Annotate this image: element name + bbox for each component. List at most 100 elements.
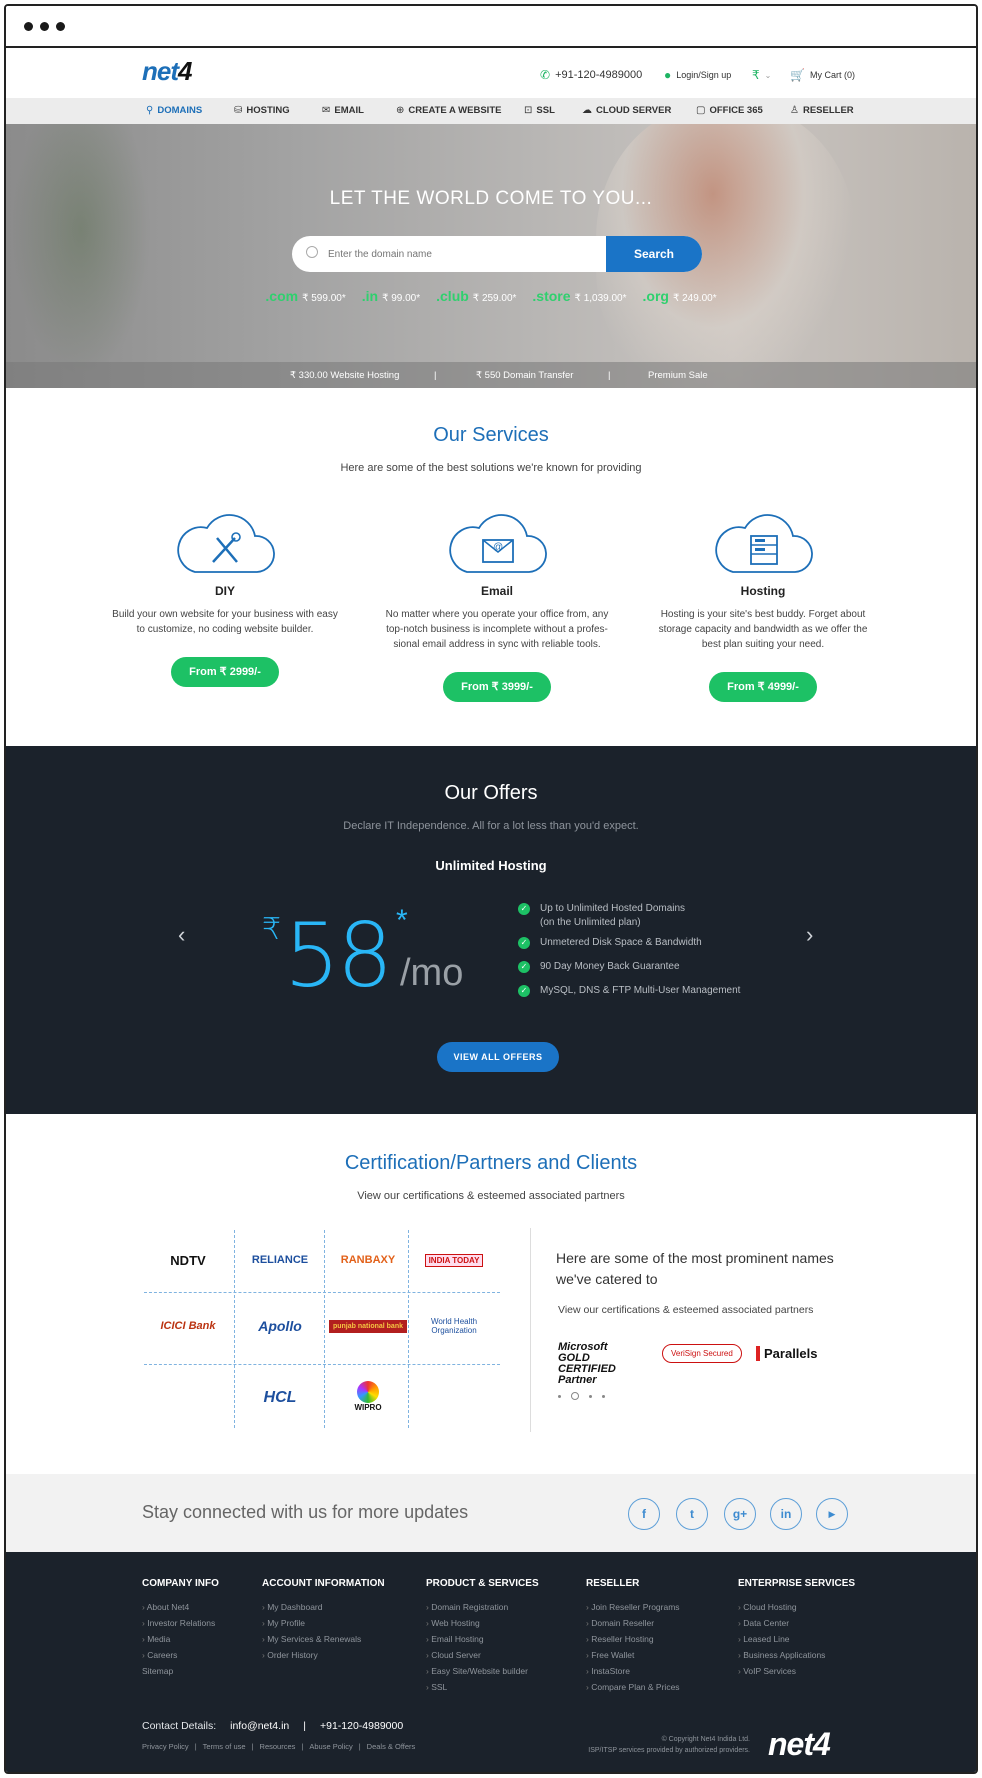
promo-domain-transfer[interactable]: ₹ 550 Domain Transfer: [476, 370, 573, 381]
offers-title: Our Offers: [444, 782, 538, 804]
net4-logo[interactable]: net4: [142, 56, 193, 87]
footer-separator: |: [358, 1742, 361, 1751]
wipro-flower-icon: [357, 1380, 379, 1403]
tld-item[interactable]: .club ₹ 259.00*: [436, 288, 516, 304]
google-plus-icon[interactable]: g+: [724, 1498, 756, 1530]
pager-dot[interactable]: [602, 1394, 605, 1398]
window-dot-icon[interactable]: [24, 22, 33, 31]
offer-next-arrow-icon[interactable]: ›: [806, 922, 813, 948]
nav-domains[interactable]: ⚲ DOMAINS: [146, 105, 202, 116]
footer-link[interactable]: InstaStore: [586, 1663, 680, 1679]
footer-link[interactable]: Data Center: [738, 1615, 855, 1631]
nav-email[interactable]: ✉ EMAIL: [322, 105, 364, 116]
nav-reseller[interactable]: ♙ RESELLER: [790, 105, 854, 116]
offer-asterisk: *: [396, 904, 408, 937]
promo-premium-sale[interactable]: Premium Sale: [648, 370, 708, 381]
domain-search-input[interactable]: [328, 236, 588, 272]
browser-titlebar: [6, 6, 976, 48]
login-link[interactable]: ● Login/Sign up: [664, 68, 731, 82]
footer-link[interactable]: Easy Site/Website builder: [426, 1663, 539, 1679]
tld-item[interactable]: .org ₹ 249.00*: [643, 288, 717, 304]
pager-dot[interactable]: [558, 1394, 561, 1398]
twitter-icon[interactable]: t: [676, 1498, 708, 1530]
contact-email[interactable]: info@net4.in: [230, 1720, 289, 1732]
tld-prices: .com ₹ 599.00* .in ₹ 99.00* .club ₹ 259.00*…: [6, 288, 976, 304]
hero-banner: LET THE WORLD COME TO YOU... Search .com…: [6, 124, 976, 388]
hosting-price-button[interactable]: From ₹ 4999/-: [709, 672, 817, 702]
svg-text:@: @: [493, 542, 503, 553]
server-icon: [711, 510, 815, 576]
window-dot-icon[interactable]: [56, 22, 65, 31]
abuse-policy-link[interactable]: Abuse Policy: [309, 1742, 352, 1751]
partners-title: Certification/Partners and Clients: [344, 1152, 638, 1174]
service-card-email: @ Email No matter where you operate your…: [382, 510, 612, 702]
footer-link[interactable]: Domain Reseller: [586, 1615, 680, 1631]
view-all-offers-button[interactable]: VIEW ALL OFFERS: [437, 1042, 559, 1072]
footer-col-title: COMPANY INFO: [142, 1578, 219, 1589]
footer-link[interactable]: Compare Plan & Prices: [586, 1679, 679, 1695]
search-button[interactable]: Search: [606, 236, 702, 272]
footer-link[interactable]: Free Wallet: [586, 1647, 680, 1663]
contact-phone[interactable]: +91-120-4989000: [320, 1720, 403, 1732]
login-label: Login/Sign up: [676, 70, 732, 80]
deals-offers-link[interactable]: Deals & Offers: [367, 1742, 416, 1751]
privacy-policy-link[interactable]: Privacy Policy: [142, 1742, 189, 1751]
pager-dot-active[interactable]: [571, 1392, 579, 1400]
footer-link[interactable]: Email Hosting: [426, 1631, 539, 1647]
offer-prev-arrow-icon[interactable]: ‹: [178, 922, 185, 948]
currency-selector[interactable]: ₹ ⌄: [752, 68, 771, 82]
tld-item[interactable]: .in ₹ 99.00*: [362, 288, 420, 304]
nav-hosting[interactable]: ⛁ HOSTING: [234, 105, 290, 116]
domain-search: Search: [292, 236, 702, 272]
footer-net4-logo[interactable]: net4: [768, 1726, 831, 1763]
footer-link[interactable]: Sitemap: [142, 1663, 219, 1679]
diy-price-button[interactable]: From ₹ 2999/-: [171, 657, 279, 687]
cart-link[interactable]: 🛒 My Cart (0): [790, 68, 855, 82]
footer-link[interactable]: Leased Line: [738, 1631, 855, 1647]
email-price-button[interactable]: From ₹ 3999/-: [443, 672, 551, 702]
cart-icon: 🛒: [790, 68, 805, 82]
footer-link[interactable]: Cloud Server: [426, 1647, 539, 1663]
resources-link[interactable]: Resources: [260, 1742, 296, 1751]
database-icon: ⛁: [234, 105, 243, 116]
footer-link[interactable]: My Services & Renewals: [262, 1631, 385, 1647]
nav-office-365[interactable]: ▢ OFFICE 365: [696, 105, 763, 116]
nav-label: RESELLER: [802, 105, 854, 116]
pnb-text: punjab national bank: [328, 1319, 407, 1333]
cloud-icon: ☁: [582, 105, 592, 116]
footer-link[interactable]: Join Reseller Programs: [586, 1599, 679, 1615]
footer-link[interactable]: Business Applications: [738, 1647, 855, 1663]
footer-link[interactable]: Reseller Hosting: [586, 1631, 680, 1647]
footer-link[interactable]: Careers: [142, 1647, 219, 1663]
ndtv-logo: NDTV: [170, 1252, 206, 1268]
footer-link[interactable]: VoIP Services: [738, 1663, 855, 1679]
nav-label: HOSTING: [246, 105, 290, 116]
nav-cloud-server[interactable]: ☁ CLOUD SERVER: [582, 105, 671, 116]
tld-item[interactable]: .store ₹ 1,039.00*: [532, 288, 626, 304]
window-dot-icon[interactable]: [40, 22, 49, 31]
footer-col-company: COMPANY INFO About Net4 Investor Relatio…: [142, 1578, 219, 1679]
footer-link[interactable]: Investor Relations: [142, 1615, 219, 1631]
linkedin-icon[interactable]: in: [770, 1498, 802, 1530]
tld-item[interactable]: .com ₹ 599.00*: [265, 288, 345, 304]
client-logo-grid: NDTV RELIANCE RANBAXY INDIA TODAY ICICI …: [144, 1230, 500, 1428]
pager-dot[interactable]: [589, 1394, 592, 1398]
feature-text: MySQL, DNS & FTP Multi-User Management: [540, 985, 741, 996]
footer-link[interactable]: Media: [142, 1631, 219, 1647]
facebook-icon[interactable]: f: [628, 1498, 660, 1530]
promo-website-hosting[interactable]: ₹ 330.00 Website Hosting: [290, 370, 399, 381]
nav-ssl[interactable]: ⊡ SSL: [524, 105, 555, 116]
footer-link[interactable]: Cloud Hosting: [738, 1599, 855, 1615]
footer-link[interactable]: About Net4: [142, 1599, 219, 1615]
youtube-icon[interactable]: ▶: [816, 1498, 848, 1530]
footer-link[interactable]: My Dashboard: [262, 1599, 385, 1615]
footer-col-title: PRODUCT & SERVICES: [426, 1578, 539, 1589]
terms-link[interactable]: Terms of use: [203, 1742, 246, 1751]
footer-link[interactable]: Web Hosting: [426, 1615, 539, 1631]
phone-contact[interactable]: ✆ +91-120-4989000: [540, 68, 642, 82]
footer-link[interactable]: My Profile: [262, 1615, 385, 1631]
nav-create-website[interactable]: ⊕ CREATE A WEBSITE: [396, 105, 501, 116]
footer-link[interactable]: Order History: [262, 1647, 385, 1663]
footer-link[interactable]: SSL: [426, 1679, 539, 1695]
footer-link[interactable]: Domain Registration: [426, 1599, 539, 1615]
